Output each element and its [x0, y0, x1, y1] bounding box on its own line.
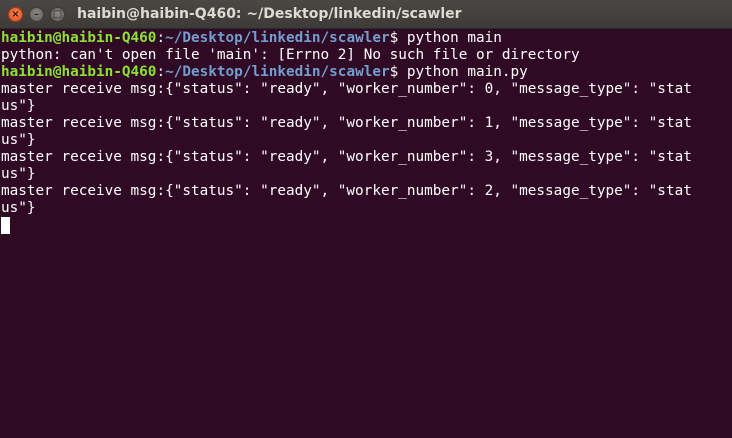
- output-line: us"}: [1, 98, 36, 114]
- minimize-button[interactable]: –: [29, 7, 44, 22]
- close-button[interactable]: ×: [8, 7, 23, 22]
- prompt-path: ~/Desktop/linkedin/scawler: [165, 64, 390, 80]
- close-icon: ×: [11, 9, 20, 20]
- output-line: us"}: [1, 132, 36, 148]
- prompt-line: haibin@haibin-Q460:~/Desktop/linkedin/sc…: [1, 64, 732, 81]
- output-line: us"}: [1, 200, 36, 216]
- title-bar[interactable]: × – □ haibin@haibin-Q460: ~/Desktop/link…: [0, 0, 732, 29]
- output-line: master receive msg:{"status": "ready", "…: [1, 149, 692, 165]
- prompt-command: $ python main: [389, 30, 502, 46]
- maximize-button[interactable]: □: [50, 7, 65, 22]
- output-line: master receive msg:{"status": "ready", "…: [1, 115, 692, 131]
- prompt-command: $ python main.py: [389, 64, 528, 80]
- text-cursor: [1, 217, 10, 234]
- prompt-path: ~/Desktop/linkedin/scawler: [165, 30, 390, 46]
- maximize-icon: □: [52, 9, 63, 20]
- error-line: python: can't open file 'main': [Errno 2…: [1, 47, 580, 63]
- output-line: master receive msg:{"status": "ready", "…: [1, 81, 692, 97]
- terminal-window: × – □ haibin@haibin-Q460: ~/Desktop/link…: [0, 0, 732, 438]
- output-line: us"}: [1, 166, 36, 182]
- prompt-colon: :: [156, 30, 166, 46]
- prompt-userhost: haibin@haibin-Q460: [1, 30, 157, 46]
- terminal-area[interactable]: haibin@haibin-Q460:~/Desktop/linkedin/sc…: [1, 30, 732, 438]
- output-line: master receive msg:{"status": "ready", "…: [1, 183, 692, 199]
- prompt-colon: :: [156, 64, 166, 80]
- prompt-line: haibin@haibin-Q460:~/Desktop/linkedin/sc…: [1, 30, 732, 47]
- window-title: haibin@haibin-Q460: ~/Desktop/linkedin/s…: [77, 6, 462, 22]
- prompt-userhost: haibin@haibin-Q460: [1, 64, 157, 80]
- cursor-line: [1, 217, 732, 234]
- minimize-icon: –: [34, 9, 39, 20]
